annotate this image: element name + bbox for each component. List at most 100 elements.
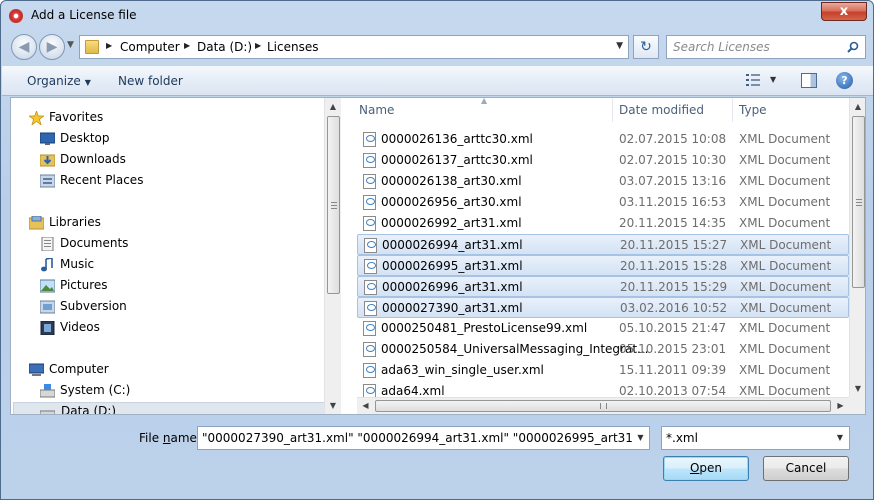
file-name: 0000026136_arttc30.xml <box>381 132 533 146</box>
chevron-right-icon[interactable]: ▶ <box>106 41 112 50</box>
recent-locations-dropdown[interactable]: ▼ <box>67 40 74 50</box>
file-type: XML Document <box>739 321 831 335</box>
scroll-left-icon[interactable]: ◀ <box>357 398 374 414</box>
forward-button[interactable]: ▶ <box>39 34 65 60</box>
view-dropdown-icon[interactable]: ▼ <box>770 75 776 84</box>
refresh-button[interactable]: ↻ <box>633 35 659 59</box>
scroll-down-icon[interactable]: ▼ <box>850 380 865 397</box>
system-drive-icon <box>40 384 55 398</box>
refresh-icon: ↻ <box>640 39 652 55</box>
column-divider[interactable] <box>732 98 733 122</box>
dialog-window: Add a License file x ◀ ▶ ▼ ▶ Computer ▶ … <box>0 0 874 500</box>
horizontal-scroll-thumb[interactable] <box>375 400 831 412</box>
column-divider[interactable] <box>612 98 613 122</box>
nav-label: Favorites <box>49 110 104 124</box>
file-scrollbar[interactable]: ▲ ▼ <box>849 98 865 397</box>
preview-pane-button[interactable] <box>801 73 817 88</box>
file-row[interactable]: 0000026994_art31.xml 20.11.2015 15:27 XML … <box>357 234 849 255</box>
scroll-thumb[interactable] <box>852 116 865 288</box>
breadcrumb-licenses[interactable]: Licenses <box>267 40 319 54</box>
nav-music[interactable]: Music <box>40 256 240 274</box>
nav-system-c[interactable]: System (C:) <box>40 382 240 400</box>
file-row[interactable]: 0000026136_arttc30.xml 02.07.2015 10:08 XM… <box>357 129 849 150</box>
nav-scrollbar[interactable]: ▲ ▼ <box>324 98 341 414</box>
file-type: XML Document <box>740 259 832 273</box>
window-title: Add a License file <box>31 8 137 22</box>
music-icon <box>41 258 53 272</box>
nav-data-d[interactable]: Data (D:) <box>13 402 325 414</box>
column-headers: ▲ Name Date modified Type <box>357 98 849 122</box>
file-horizontal-scrollbar[interactable]: ◀ ▶ <box>357 397 849 414</box>
close-button[interactable]: x <box>821 2 867 21</box>
command-toolbar: Organize ▼ New folder ▼ ? <box>2 65 873 96</box>
computer-icon <box>29 363 44 376</box>
file-row[interactable]: 0000026996_art31.xml 20.11.2015 15:29 XML … <box>357 276 849 297</box>
chevron-right-icon[interactable]: ▶ <box>255 41 261 50</box>
column-name[interactable]: Name <box>359 103 394 117</box>
nav-documents[interactable]: Documents <box>40 235 240 253</box>
column-date-modified[interactable]: Date modified <box>619 103 704 117</box>
nav-downloads[interactable]: Downloads <box>40 151 240 169</box>
scroll-up-icon[interactable]: ▲ <box>850 98 865 115</box>
nav-computer[interactable]: Computer <box>29 361 229 379</box>
file-row[interactable]: 0000026992_art31.xml 20.11.2015 14:35 XML … <box>357 213 849 234</box>
nav-libraries[interactable]: Libraries <box>29 214 229 232</box>
app-icon <box>9 9 23 23</box>
file-name-field[interactable]: "0000027390_art31.xml" "0000026994_art31… <box>197 426 650 450</box>
view-options-icon[interactable] <box>746 74 760 86</box>
file-row[interactable]: ada63_win_single_user.xml 15.11.2011 09:3… <box>357 360 849 381</box>
scroll-down-icon[interactable]: ▼ <box>325 397 341 414</box>
file-type-filter[interactable]: *.xml ▼ <box>661 426 850 450</box>
downloads-folder-icon <box>40 154 55 167</box>
column-type[interactable]: Type <box>739 103 767 117</box>
file-date: 20.11.2015 15:28 <box>620 259 728 273</box>
file-name-dropdown-icon[interactable]: ▼ <box>632 427 649 449</box>
file-row[interactable]: 0000250481_PrestoLicense99.xml 05.10.2015… <box>357 318 849 339</box>
nav-pictures[interactable]: Pictures <box>40 277 240 295</box>
file-row[interactable]: 0000026956_art30.xml 03.11.2015 16:53 XML … <box>357 192 849 213</box>
videos-icon <box>40 321 55 335</box>
file-name: 0000026138_art30.xml <box>381 174 522 188</box>
file-name: 0000250481_PrestoLicense99.xml <box>381 321 588 335</box>
browser-area: Favorites Desktop Downloads Recent Place… <box>10 97 866 415</box>
file-date: 03.02.2016 10:52 <box>620 301 728 315</box>
nav-videos[interactable]: Videos <box>40 319 240 337</box>
nav-recent-places[interactable]: Recent Places <box>40 172 240 190</box>
file-date: 15.11.2011 09:39 <box>619 363 727 377</box>
back-button[interactable]: ◀ <box>11 34 37 60</box>
nav-subversion[interactable]: Subversion <box>40 298 240 316</box>
chevron-right-icon[interactable]: ▶ <box>184 41 190 50</box>
help-button[interactable]: ? <box>836 72 853 89</box>
address-bar[interactable]: ▶ Computer ▶ Data (D:) ▶ Licenses ▼ <box>79 35 629 59</box>
xml-file-icon <box>364 301 377 316</box>
cancel-button[interactable]: Cancel <box>763 456 849 481</box>
file-type: XML Document <box>739 132 831 146</box>
scroll-corner <box>849 397 865 414</box>
open-button[interactable]: Open <box>663 456 749 481</box>
breadcrumb-data-d[interactable]: Data (D:) <box>197 40 252 54</box>
file-name-label: File name: <box>139 431 201 445</box>
file-row[interactable]: 0000026138_art30.xml 03.07.2015 13:16 XML … <box>357 171 849 192</box>
organize-button[interactable]: Organize ▼ <box>27 74 91 88</box>
search-input[interactable]: Search Licenses <box>666 35 866 59</box>
nav-favorites[interactable]: Favorites <box>29 109 229 127</box>
title-bar: Add a License file x <box>1 1 873 31</box>
nav-desktop[interactable]: Desktop <box>40 130 240 148</box>
file-date: 05.10.2015 23:01 <box>619 342 727 356</box>
libraries-icon <box>29 216 44 230</box>
scroll-right-icon[interactable]: ▶ <box>832 398 849 414</box>
scroll-up-icon[interactable]: ▲ <box>325 98 341 115</box>
new-folder-button[interactable]: New folder <box>118 74 183 88</box>
breadcrumb-computer[interactable]: Computer <box>120 40 180 54</box>
file-row[interactable]: 0000250584_UniversalMessaging_Integrat..… <box>357 339 849 360</box>
search-icon[interactable] <box>847 41 859 53</box>
file-name: 0000026956_art30.xml <box>381 195 522 209</box>
file-row[interactable]: 0000026137_arttc30.xml 02.07.2015 10:30 XM… <box>357 150 849 171</box>
file-row[interactable]: 0000026995_art31.xml 20.11.2015 15:28 XML … <box>357 255 849 276</box>
organize-label: Organize <box>27 74 81 88</box>
address-dropdown-icon[interactable]: ▼ <box>616 41 623 51</box>
file-row[interactable]: 0000027390_art31.xml 03.02.2016 10:52 XML … <box>357 297 849 318</box>
file-name: ada63_win_single_user.xml <box>381 363 544 377</box>
scroll-thumb[interactable] <box>327 116 340 294</box>
file-date: 02.07.2015 10:30 <box>619 153 727 167</box>
